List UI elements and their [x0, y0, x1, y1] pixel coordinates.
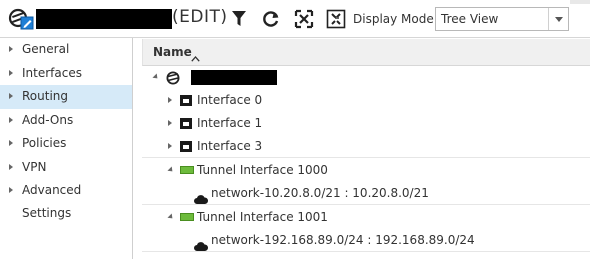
- network-label: network-10.20.8.0/21 : 10.20.8.0/21: [211, 186, 429, 200]
- sort-ascending-icon[interactable]: [191, 47, 200, 66]
- sidebar-item-routing[interactable]: Routing: [0, 85, 132, 109]
- caret-right-icon: [9, 69, 13, 76]
- tree-row-network-1000[interactable]: network-10.20.8.0/21 : 10.20.8.0/21: [142, 182, 590, 205]
- caret-right-icon: [9, 187, 13, 193]
- tree-expand-toggle[interactable]: [168, 97, 172, 103]
- toolbar: (EDIT) Display Mode: Tree View: [0, 0, 590, 38]
- tree-row-tunnel-1000[interactable]: Tunnel Interface 1000: [142, 159, 590, 182]
- edit-mode-label: (EDIT): [172, 7, 228, 27]
- caret-right-icon: [9, 163, 13, 170]
- caret-right-icon: [9, 140, 13, 146]
- filter-icon[interactable]: [228, 8, 250, 30]
- tree-expand-toggle[interactable]: [168, 143, 172, 149]
- tree-expand-toggle[interactable]: [167, 166, 175, 174]
- interface-icon: [180, 118, 192, 129]
- chevron-down-icon[interactable]: [548, 8, 568, 30]
- display-mode-value: Tree View: [441, 12, 499, 26]
- tunnel-interface-icon: [180, 166, 194, 174]
- tree-expand-toggle[interactable]: [152, 73, 160, 81]
- interface-icon: [180, 141, 192, 152]
- tree-expand-toggle[interactable]: [167, 213, 175, 221]
- tree-row-gateway[interactable]: [142, 66, 590, 89]
- interface-icon: [180, 95, 192, 106]
- tree-row-network-1001[interactable]: network-192.168.89.0/24 : 192.168.89.0/2…: [142, 229, 590, 252]
- sidebar-item-policies[interactable]: Policies: [0, 132, 132, 156]
- network-label: network-192.168.89.0/24 : 192.168.89.0/2…: [211, 233, 475, 247]
- redacted-node-name: [191, 70, 277, 85]
- tree-node-label: Tunnel Interface 1001: [197, 210, 328, 224]
- sidebar-item-add-ons[interactable]: Add-Ons: [0, 109, 132, 133]
- sidebar-item-label: VPN: [22, 159, 47, 174]
- sidebar-item-general[interactable]: General: [0, 38, 132, 62]
- tree-row-tunnel-1001[interactable]: Tunnel Interface 1001: [142, 206, 590, 229]
- expand-all-icon[interactable]: [293, 8, 315, 30]
- caret-right-icon: [9, 93, 13, 99]
- tree-row-interface-1[interactable]: Interface 1: [142, 112, 590, 135]
- sidebar-item-label: Advanced Settings: [22, 183, 82, 220]
- gateway-edit-icon: [8, 7, 34, 31]
- tree-node-label: Interface 0: [197, 93, 263, 107]
- caret-right-icon: [9, 46, 13, 52]
- sidebar-item-interfaces[interactable]: Interfaces: [0, 62, 132, 86]
- cloud-network-icon: [194, 236, 209, 259]
- tree-node-label: Tunnel Interface 1000: [197, 163, 328, 177]
- sidebar-item-label: Routing: [22, 89, 69, 103]
- tree-row-interface-0[interactable]: Interface 0: [142, 89, 590, 112]
- collapse-all-icon[interactable]: [325, 8, 347, 30]
- sidebar-item-vpn[interactable]: VPN: [0, 156, 132, 180]
- toolbar-scroll-tab: [570, 0, 590, 4]
- tree-node-label: Interface 3: [197, 139, 263, 153]
- name-column-header[interactable]: Name: [142, 39, 590, 66]
- routing-tree-panel: Name Interface 0 Interface 1 Interface 3: [134, 38, 590, 259]
- sidebar-item-label: General: [22, 42, 70, 56]
- tree-node-label: Interface 1: [197, 116, 263, 130]
- display-mode-select[interactable]: Tree View: [435, 7, 569, 31]
- sidebar: General Interfaces Routing Add-Ons Polic…: [0, 38, 133, 259]
- refresh-icon[interactable]: [260, 8, 282, 30]
- sidebar-item-label: Add-Ons: [22, 112, 74, 127]
- caret-right-icon: [9, 116, 13, 123]
- sidebar-item-label: Interfaces: [22, 65, 82, 80]
- display-mode-label: Display Mode:: [353, 12, 438, 26]
- tree-row-interface-3[interactable]: Interface 3: [142, 135, 590, 158]
- sidebar-item-label: Policies: [22, 136, 67, 150]
- redacted-gateway-name: [36, 9, 172, 29]
- column-header-label: Name: [153, 45, 192, 59]
- tunnel-interface-icon: [180, 213, 194, 221]
- tree-expand-toggle[interactable]: [168, 120, 172, 126]
- sidebar-item-advanced-settings[interactable]: Advanced Settings: [0, 179, 132, 220]
